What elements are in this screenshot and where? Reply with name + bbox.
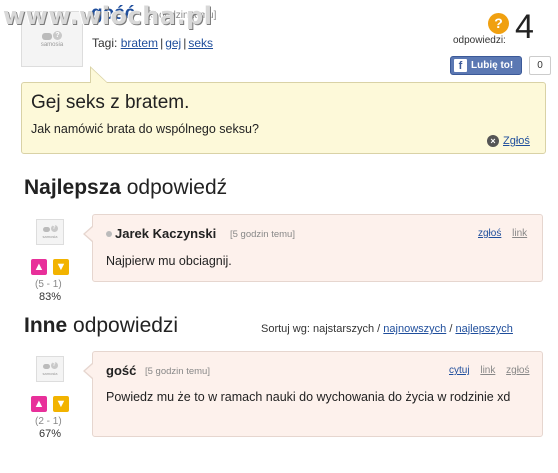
answer-permalink[interactable]: link — [512, 228, 527, 239]
sort-label: Sortuj wg: najstarszych / — [261, 323, 381, 335]
answer2-time: [5 godzin temu] — [145, 366, 210, 377]
answer2-author[interactable]: gość — [106, 363, 136, 378]
best-answer-body: Najpierw mu obciagnij. — [106, 254, 232, 268]
report-answer-link[interactable]: zgłoś — [478, 228, 501, 239]
like-count: 0 — [529, 56, 551, 75]
answers-count-value: 4 — [515, 8, 534, 46]
answer-permalink[interactable]: link — [480, 365, 495, 376]
report-question-link[interactable]: Zgłoś — [503, 135, 530, 147]
answer2-votes: (2 - 1) — [35, 416, 62, 427]
best-answer-heading: Najlepsza odpowiedź — [24, 176, 227, 200]
best-answer-tail-fill — [85, 227, 93, 241]
sort-separator: / — [449, 323, 453, 335]
question-title: Gej seks z bratem. — [31, 92, 190, 113]
best-answer-box — [92, 214, 543, 282]
thumbs-down-icon[interactable]: ▼ — [53, 396, 69, 412]
thumbs-up-icon[interactable]: ▲ — [31, 396, 47, 412]
best-answer-actions: zgłoś link — [470, 228, 527, 239]
answer2-avatar: ? samosia — [36, 356, 64, 382]
best-answer-percent: 83% — [39, 291, 62, 303]
sort-best-link[interactable]: najlepszych — [455, 323, 512, 335]
report-question-button[interactable]: × Zgłoś — [487, 135, 530, 147]
facebook-like-button[interactable]: f Lubię to! — [450, 56, 522, 75]
question-body: Jak namówić brata do wspólnego seksu? — [31, 122, 259, 136]
tag-list: Tagi: bratem | gej | seks — [92, 36, 214, 50]
best-answer-heading-bold: Najlepsza — [24, 176, 121, 199]
tags-label: Tagi: — [92, 36, 118, 50]
tag-link-gej[interactable]: gej — [165, 36, 181, 50]
like-label: Lubię to! — [471, 60, 514, 71]
avatar-brand: samosia — [42, 234, 58, 239]
watermark: www.wiocha.pl — [3, 2, 213, 30]
avatar-brand: samosia — [42, 371, 58, 376]
sort-newest-link[interactable]: najnowszych — [383, 323, 446, 335]
best-answer-avatar: ? samosia — [36, 219, 64, 245]
answers-count-label: odpowiedzi: — [453, 35, 506, 46]
tag-link-seks[interactable]: seks — [188, 36, 213, 50]
best-answer-author[interactable]: Jarek Kaczynski — [115, 226, 216, 241]
other-answers-heading-rest: odpowiedzi — [73, 314, 179, 337]
thumbs-up-icon[interactable]: ▲ — [31, 259, 47, 275]
question-mark-icon: ? — [488, 13, 509, 34]
answer2-body: Powiedz mu że to w ramach nauki do wycho… — [106, 390, 511, 404]
question-box-tail-fill — [91, 68, 107, 83]
best-answer-heading-rest: odpowiedź — [126, 176, 228, 199]
sort-options: Sortuj wg: najstarszych / najnowszych / … — [261, 323, 513, 335]
avatar-brand: samosia — [40, 41, 64, 48]
thumbs-down-icon[interactable]: ▼ — [53, 259, 69, 275]
close-icon: × — [487, 135, 499, 147]
other-answers-heading: Inne odpowiedzi — [24, 314, 178, 338]
quote-answer-link[interactable]: cytuj — [449, 365, 470, 376]
best-answer-time: [5 godzin temu] — [230, 229, 295, 240]
facebook-icon: f — [454, 59, 467, 72]
answer2-actions: cytuj link zgłoś — [441, 365, 530, 376]
tag-link-bratem[interactable]: bratem — [121, 36, 158, 50]
report-answer-link[interactable]: zgłoś — [506, 365, 529, 376]
answer2-percent: 67% — [39, 428, 62, 440]
answer2-tail-fill — [85, 364, 93, 378]
best-answer-votes: (5 - 1) — [35, 279, 62, 290]
answer-bullet-icon — [106, 231, 112, 237]
other-answers-heading-bold: Inne — [24, 314, 68, 337]
